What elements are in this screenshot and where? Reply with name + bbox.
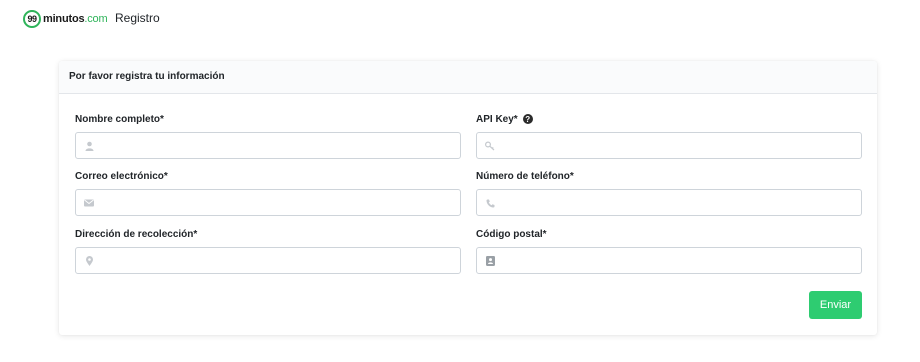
brand-logo[interactable]: 99 minutos.com [23,10,108,28]
phone-icon [485,198,495,208]
nombre-input-wrapper[interactable] [75,132,461,159]
direccion-label: Dirección de recolección* [75,228,461,240]
cp-label: Código postal* [476,228,862,240]
telefono-label-text: Número de teléfono* [476,170,574,182]
registration-card: Por favor registra tu información Nombre… [59,61,877,335]
card-header: Por favor registra tu información [59,61,877,94]
question-circle-icon[interactable]: ? [522,114,533,124]
nombre-label: Nombre completo* [75,113,461,125]
cp-label-text: Código postal* [476,228,547,240]
map-marker-icon [84,256,94,266]
telefono-field-group: Número de teléfono* [476,170,862,216]
nombre-input[interactable] [98,134,453,157]
telefono-input[interactable] [499,191,854,214]
nombre-field-group: Nombre completo* [75,113,461,159]
key-icon [485,141,495,151]
apikey-input-wrapper[interactable] [476,132,862,159]
cp-field-group: Código postal* [476,228,862,274]
apikey-label: API Key* ? [476,113,862,125]
correo-label-text: Correo electrónico* [75,170,168,182]
apikey-field-group: API Key* ? [476,113,862,159]
logo-number: 99 [27,14,37,24]
direccion-field-group: Dirección de recolección* [75,228,461,274]
direccion-label-text: Dirección de recolección* [75,228,198,240]
nav-link-registro[interactable]: Registro [115,11,160,25]
telefono-label: Número de teléfono* [476,170,862,182]
enviar-button[interactable]: Enviar [809,291,862,319]
correo-field-group: Correo electrónico* [75,170,461,216]
apikey-label-text: API Key* [476,113,518,125]
cp-input-wrapper[interactable] [476,247,862,274]
direccion-input-wrapper[interactable] [75,247,461,274]
logo-badge: 99 [23,10,41,28]
address-card-icon [485,256,495,266]
logo-domain: .com [84,13,108,25]
top-navbar: 99 minutos.com Registro [0,0,920,38]
card-title: Por favor registra tu información [69,71,225,82]
logo-name: minutos [43,13,85,25]
telefono-input-wrapper[interactable] [476,189,862,216]
nombre-label-text: Nombre completo* [75,113,164,125]
correo-input-wrapper[interactable] [75,189,461,216]
direccion-input[interactable] [98,249,453,272]
cp-input[interactable] [499,249,854,272]
correo-label: Correo electrónico* [75,170,461,182]
user-icon [84,141,94,151]
correo-input[interactable] [98,191,453,214]
apikey-input[interactable] [499,134,854,157]
envelope-icon [84,198,94,208]
logo-wordmark: minutos.com [43,13,108,25]
